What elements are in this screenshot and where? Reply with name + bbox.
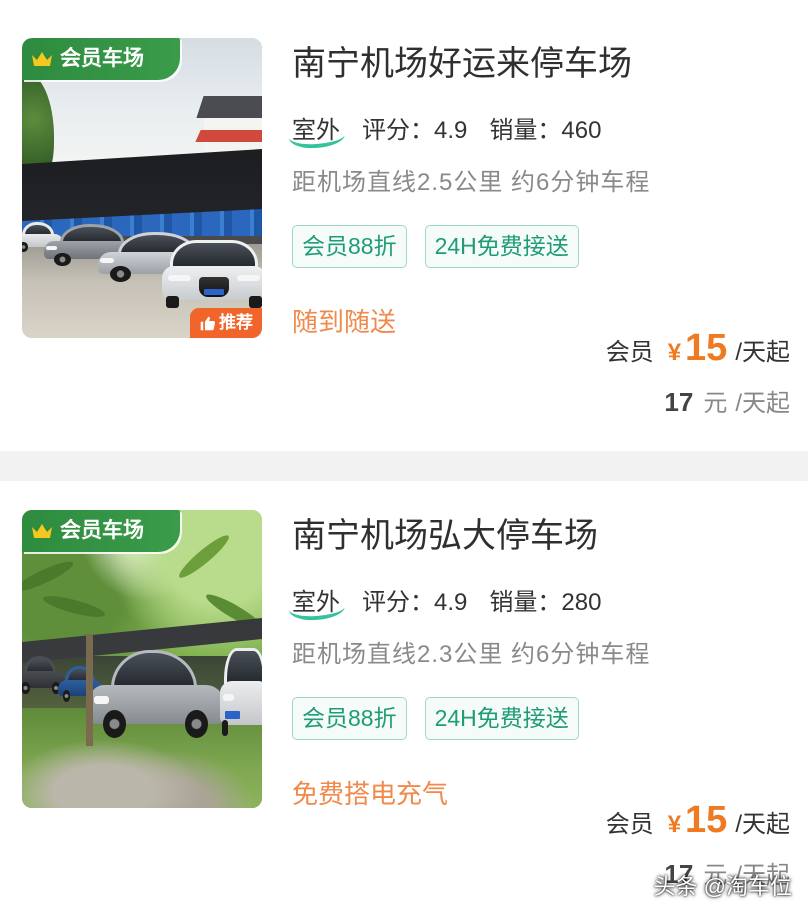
crown-icon [32, 52, 52, 66]
listing-photo: 会员车场 推荐 [22, 38, 262, 338]
sales-value: 280 [561, 589, 602, 616]
photo-building-roof [195, 130, 262, 142]
rating: 评分：4.9 [362, 114, 467, 148]
service-highlight: 免费搭电充气 [292, 779, 449, 809]
service-highlight: 随到随送 [292, 307, 397, 337]
sales-value: 460 [561, 117, 602, 144]
lot-type: 室外 [288, 114, 346, 150]
tag-shuttle: 24H免费接送 [424, 697, 579, 740]
photo-tree-trunk [86, 634, 93, 746]
listing-photo: 会员车场 [22, 510, 262, 808]
member-badge-label: 会员车场 [60, 519, 144, 542]
recommend-label: 推荐 [219, 313, 253, 332]
member-price: 会员 ¥ 15 /天起 [606, 797, 790, 843]
regular-price-currency: 元 [703, 390, 728, 417]
tag-list: 会员88折 24H免费接送 [292, 697, 579, 740]
sales-label: 销量： [489, 589, 562, 616]
member-price: 会员 ¥ 15 /天起 [606, 325, 790, 371]
rating-value: 4.9 [434, 589, 468, 616]
member-badge-label: 会员车场 [60, 47, 144, 70]
listing-content: 会员车场 南宁机场弘大停车场 室外 评分：4.9 销量：280 距机场直线2.3… [0, 510, 808, 892]
sales: 销量：280 [489, 586, 601, 620]
photo-car [90, 650, 224, 738]
listing-title: 南宁机场好运来停车场 [292, 45, 632, 83]
rating: 评分：4.9 [362, 586, 467, 620]
price-unit: /天起 [735, 811, 790, 838]
listing-meta: 室外 评分：4.9 销量：280 [288, 586, 623, 622]
distance-info: 距机场直线2.5公里 约6分钟车程 [292, 169, 651, 196]
lot-type: 室外 [288, 586, 346, 622]
parking-listing-card[interactable]: 会员车场 南宁机场弘大停车场 室外 评分：4.9 销量：280 距机场直线2.3… [0, 481, 808, 916]
price-unit: /天起 [735, 339, 790, 366]
parking-listing-card[interactable]: 会员车场 推荐 南宁机场好运来停车场 室外 评分：4.9 销量：460 距机场直… [0, 0, 808, 451]
regular-price: 17 元 /天起 [664, 383, 790, 419]
distance-info: 距机场直线2.3公里 约6分钟车程 [292, 641, 651, 668]
listing-title: 南宁机场弘大停车场 [292, 517, 598, 555]
sales: 销量：460 [489, 114, 601, 148]
tag-shuttle: 24H免费接送 [424, 225, 579, 268]
member-price-amount: 15 [685, 799, 728, 841]
regular-price-amount: 17 [664, 387, 694, 417]
currency-symbol: ¥ [667, 339, 682, 366]
photo-car-front [220, 648, 262, 736]
member-price-amount: 15 [685, 327, 728, 369]
watermark: 头条 @淘车位 [653, 874, 792, 899]
thumbs-up-icon [200, 316, 216, 330]
sales-label: 销量： [489, 117, 562, 144]
member-lot-badge: 会员车场 [22, 510, 180, 552]
currency-symbol: ¥ [667, 811, 682, 838]
crown-icon [32, 524, 52, 538]
rating-value: 4.9 [434, 117, 468, 144]
tag-discount: 会员88折 [292, 225, 407, 268]
price-unit: /天起 [735, 390, 790, 417]
member-price-label: 会员 [605, 339, 654, 366]
listing-content: 会员车场 推荐 南宁机场好运来停车场 室外 评分：4.9 销量：460 距机场直… [0, 38, 808, 420]
photo-car-front [162, 240, 262, 308]
member-price-label: 会员 [605, 811, 654, 838]
lot-type-label: 室外 [292, 117, 340, 144]
photo-building-eave [196, 96, 262, 118]
listing-meta: 室外 评分：4.9 销量：460 [288, 114, 623, 150]
tag-list: 会员88折 24H免费接送 [292, 225, 579, 268]
recommend-badge: 推荐 [190, 308, 262, 338]
rating-label: 评分： [362, 589, 434, 616]
member-lot-badge: 会员车场 [22, 38, 180, 80]
tag-discount: 会员88折 [292, 697, 407, 740]
lot-type-label: 室外 [292, 589, 340, 616]
rating-label: 评分： [362, 117, 434, 144]
